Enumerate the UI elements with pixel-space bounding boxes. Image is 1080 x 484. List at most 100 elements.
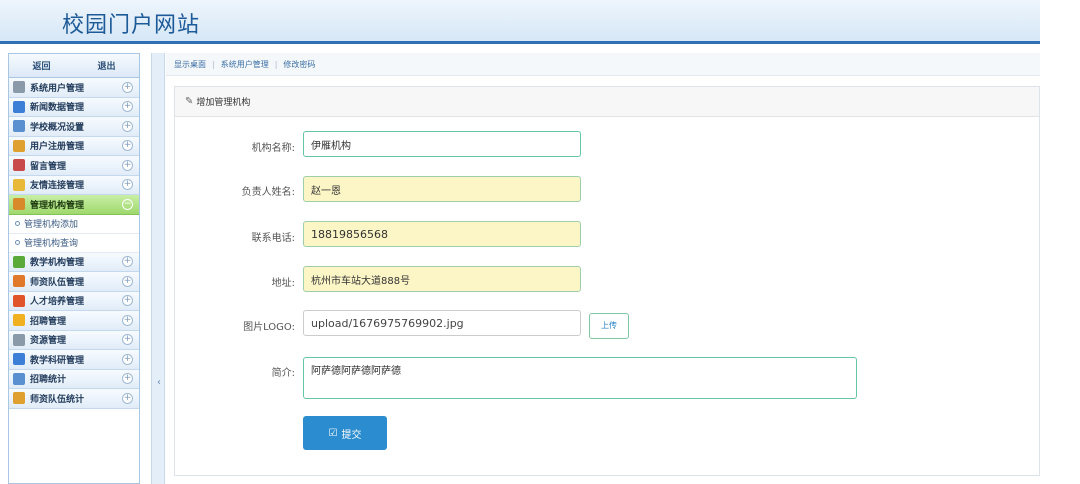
expand-icon[interactable]: + (122, 275, 133, 287)
s-icon (13, 294, 25, 307)
edit-icon: ✎ (185, 96, 194, 107)
phone-input[interactable] (303, 221, 581, 247)
sidebar-item-label: 招聘管理 (30, 316, 67, 327)
message-icon (13, 159, 25, 172)
breadcrumb-separator: | (212, 59, 215, 69)
breadcrumb-separator: | (274, 59, 278, 69)
submenu-item-label: 管理机构查询 (24, 239, 79, 249)
expand-icon[interactable]: + (122, 140, 133, 152)
bullet-icon (15, 221, 20, 226)
submenu-item-2[interactable]: 管理机构查询 (9, 233, 139, 253)
sidebar-item-label: 教学科研管理 (30, 355, 85, 366)
main-content: 显示桌面 | 系统用户管理 | 修改密码 ✎ 增加管理机构 机构名称: 负责人姓名: 联… (166, 53, 1040, 484)
folder-icon (13, 178, 25, 191)
org-name-label: 机构名称: (251, 143, 295, 154)
expand-icon[interactable]: + (122, 334, 133, 346)
sidebar-item-label: 留言管理 (30, 161, 67, 172)
sidebar-item-9[interactable]: 师资队伍管理 + (9, 272, 139, 292)
submenu-item-label: 管理机构添加 (24, 220, 79, 230)
leader-name-label: 负责人姓名: (241, 187, 295, 198)
expand-icon[interactable]: + (122, 392, 133, 404)
sidebar-item-label: 学校概况设置 (30, 122, 85, 133)
sidebar-item-13[interactable]: 教学科研管理 + (9, 350, 139, 370)
sidebar-item-3[interactable]: 学校概况设置 + (9, 117, 139, 137)
submit-button[interactable]: ☑ 提交 (303, 416, 387, 450)
upload-button[interactable]: 上传 (589, 313, 629, 339)
breadcrumb-link-2[interactable]: 系统用户管理 (221, 59, 269, 70)
sidebar-item-label: 师资队伍管理 (30, 277, 85, 288)
collapse-icon[interactable]: − (122, 198, 133, 210)
sidebar-item-15[interactable]: 师资队伍统计 + (9, 389, 139, 409)
panel-title: 增加管理机构 (196, 98, 251, 108)
monitor-icon (13, 100, 25, 113)
leader-name-input[interactable] (303, 176, 581, 202)
sidebar-item-14[interactable]: 招聘统计 + (9, 369, 139, 389)
table-icon (13, 120, 25, 133)
sidebar-item-label: 资源管理 (30, 336, 67, 347)
user-icon (13, 139, 25, 152)
logout-button[interactable]: 退出 (91, 57, 121, 74)
sidebar-item-5[interactable]: 留言管理 + (9, 156, 139, 176)
expand-icon[interactable]: + (122, 120, 133, 132)
expand-icon[interactable]: + (122, 373, 133, 385)
sidebar-item-label: 师资队伍统计 (30, 394, 85, 405)
logo-path-input[interactable] (303, 310, 581, 336)
site-title: 校园门户网站 (62, 13, 201, 38)
intro-label: 简介: (271, 368, 295, 379)
board-icon (13, 255, 25, 268)
gear-icon (13, 81, 25, 94)
breadcrumb-link-3[interactable]: 修改密码 (283, 59, 315, 70)
sidebar-menu: 系统用户管理 + 新闻数据管理 + 学校概况设置 + 用户注册管理 + 留言管理 + 友情连接管理 +… (9, 78, 139, 409)
sidebar: 返回 退出 系统用户管理 + 新闻数据管理 + 学校概况设置 + 用户注册管理 + 留言管理 + 友… (8, 53, 140, 484)
sidebar-item-10[interactable]: 人才培养管理 + (9, 291, 139, 311)
sidebar-item-label: 用户注册管理 (30, 142, 85, 153)
form-panel: ✎ 增加管理机构 机构名称: 负责人姓名: 联系电话: 地址: 图片LOGO: … (174, 86, 1040, 476)
expand-icon[interactable]: + (122, 314, 133, 326)
intro-textarea[interactable] (303, 357, 857, 399)
sidebar-item-12[interactable]: 资源管理 + (9, 330, 139, 350)
expand-icon[interactable]: + (122, 81, 133, 93)
sidebar-item-6[interactable]: 友情连接管理 + (9, 175, 139, 195)
badge-icon (13, 314, 25, 327)
sidebar-item-7[interactable]: 管理机构管理 − (9, 195, 139, 215)
gear-icon (13, 333, 25, 346)
phone-label: 联系电话: (251, 233, 295, 244)
sidebar-item-11[interactable]: 招聘管理 + (9, 311, 139, 331)
monitor-icon (13, 353, 25, 366)
logo-label: 图片LOGO: (243, 322, 295, 333)
app-header: 校园门户网站 (0, 0, 1040, 44)
breadcrumb-link-1[interactable]: 显示桌面 (174, 59, 206, 70)
sidebar-item-label: 人才培养管理 (30, 297, 85, 308)
expand-icon[interactable]: + (122, 256, 133, 268)
sidebar-item-2[interactable]: 新闻数据管理 + (9, 97, 139, 117)
submenu-item-1[interactable]: 管理机构添加 (9, 214, 139, 234)
back-button[interactable]: 返回 (26, 57, 56, 74)
expand-icon[interactable]: + (122, 353, 133, 365)
sidebar-collapse-bar[interactable]: ‹ (151, 53, 165, 484)
expand-icon[interactable]: + (122, 159, 133, 171)
edit-icon: ☑ (328, 427, 338, 439)
bullet-icon (15, 240, 20, 245)
expand-icon[interactable]: + (122, 295, 133, 307)
sidebar-item-label: 管理机构管理 (30, 200, 85, 211)
panel-header: ✎ 增加管理机构 (175, 87, 1039, 117)
expand-icon[interactable]: + (122, 101, 133, 113)
address-input[interactable] (303, 266, 581, 292)
sidebar-item-label: 友情连接管理 (30, 181, 85, 192)
expand-icon[interactable]: + (122, 179, 133, 191)
org-name-input[interactable] (303, 131, 581, 157)
collapse-arrow-icon[interactable]: ‹ (154, 376, 164, 390)
sidebar-item-label: 招聘统计 (30, 375, 67, 386)
submit-label: 提交 (341, 429, 362, 441)
sidebar-item-label: 系统用户管理 (30, 83, 85, 94)
calendar-icon (13, 275, 25, 288)
page-root: 校园门户网站 返回 退出 系统用户管理 + 新闻数据管理 + 学校概况设置 + 用户注册管理… (0, 0, 1080, 484)
sidebar-item-1[interactable]: 系统用户管理 + (9, 78, 139, 98)
breadcrumb: 显示桌面 | 系统用户管理 | 修改密码 (166, 53, 1040, 76)
address-label: 地址: (271, 278, 295, 289)
sidebar-item-8[interactable]: 教学机构管理 + (9, 252, 139, 272)
sidebar-top-bar: 返回 退出 (9, 54, 139, 78)
table-icon (13, 372, 25, 385)
user-icon (13, 392, 25, 405)
sidebar-item-4[interactable]: 用户注册管理 + (9, 136, 139, 156)
